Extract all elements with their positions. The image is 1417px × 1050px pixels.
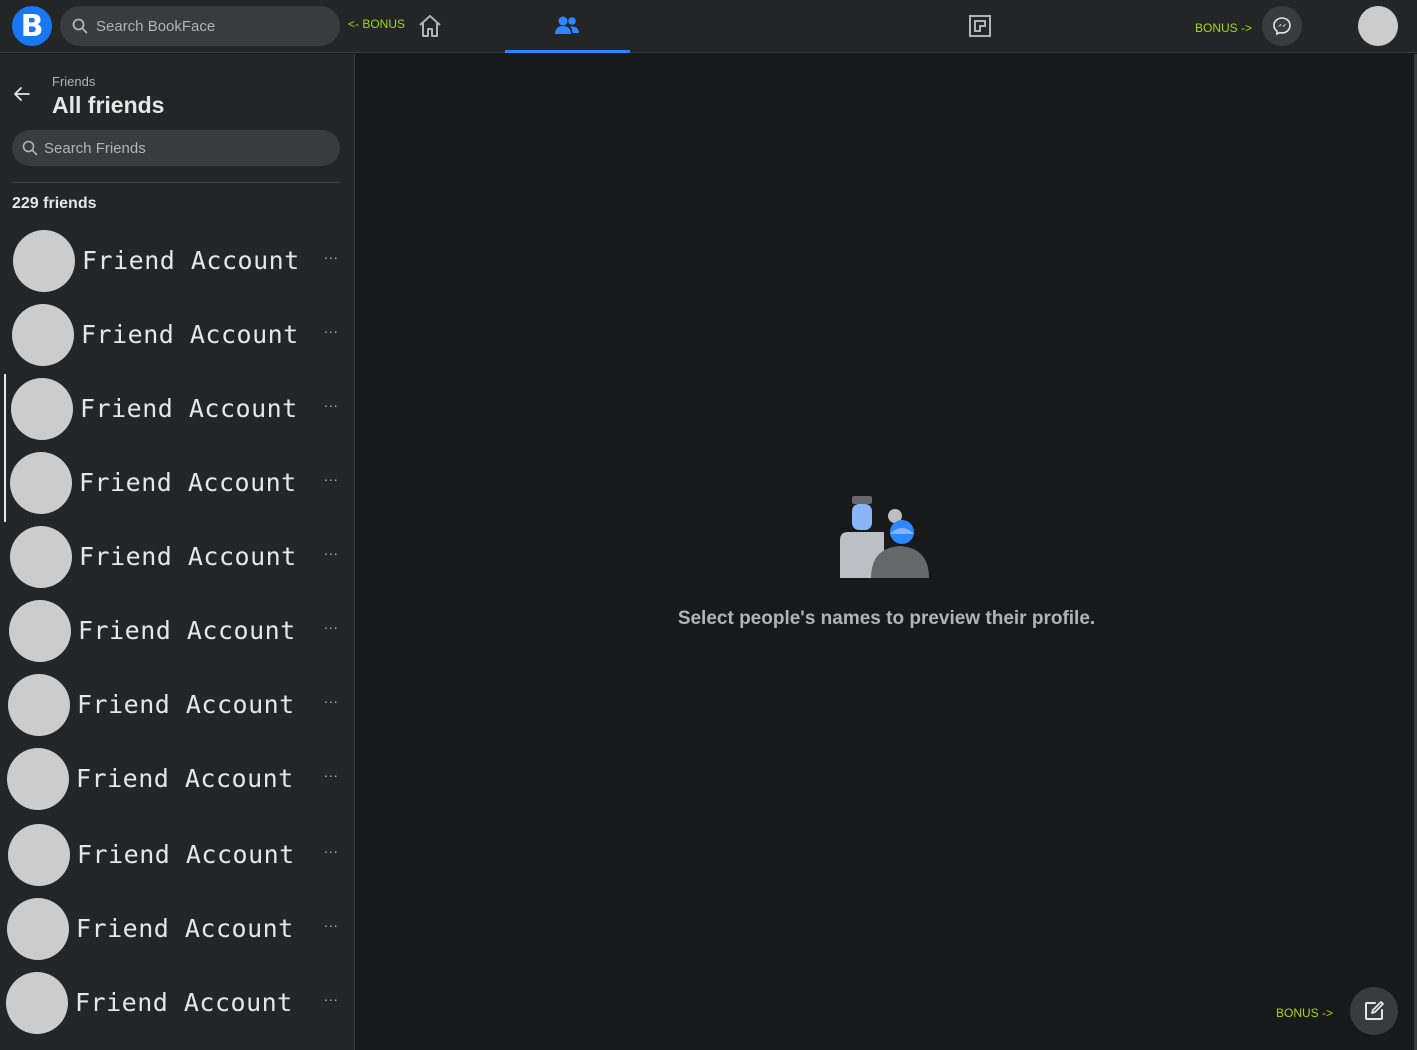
- friends-sidebar: Friends All friends Search Friends 229 f…: [0, 54, 355, 1050]
- friend-avatar[interactable]: [7, 748, 69, 810]
- friends-search-placeholder: Search Friends: [44, 139, 146, 157]
- friend-name[interactable]: Friend Account: [79, 542, 297, 571]
- more-options-button[interactable]: ...: [324, 988, 339, 1004]
- friend-name[interactable]: Friend Account: [79, 468, 297, 497]
- friend-item[interactable]: Friend Account ...: [0, 746, 354, 820]
- friend-avatar[interactable]: [8, 824, 70, 886]
- friend-name[interactable]: Friend Account: [80, 394, 298, 423]
- friend-item[interactable]: Friend Account ...: [0, 524, 354, 598]
- nav-home[interactable]: [416, 12, 444, 40]
- friend-name[interactable]: Friend Account: [77, 690, 295, 719]
- friend-item[interactable]: Friend Account ...: [0, 598, 354, 672]
- bonus-label-right: BONUS ->: [1195, 21, 1253, 35]
- more-options-button[interactable]: ...: [324, 764, 339, 780]
- friend-item[interactable]: Friend Account ...: [0, 302, 354, 376]
- more-options-button[interactable]: ...: [324, 616, 339, 632]
- friend-avatar[interactable]: [7, 898, 69, 960]
- friend-item[interactable]: Friend Account ...: [0, 228, 354, 302]
- back-button[interactable]: [12, 84, 32, 109]
- bookface-logo[interactable]: B: [12, 6, 52, 46]
- groups-icon: [969, 15, 991, 37]
- friend-name[interactable]: Friend Account: [81, 320, 299, 349]
- search-icon: [22, 140, 38, 156]
- friend-item[interactable]: Friend Account ...: [0, 970, 354, 1044]
- site-search-input[interactable]: Search BookFace: [60, 6, 340, 46]
- more-options-button[interactable]: ...: [324, 468, 339, 484]
- friends-illustration-icon: [840, 496, 929, 578]
- friend-item[interactable]: Friend Account ...: [0, 672, 354, 746]
- messenger-icon: [1273, 17, 1291, 36]
- more-options-button[interactable]: ...: [324, 690, 339, 706]
- friend-name[interactable]: Friend Account: [82, 246, 300, 275]
- friend-name[interactable]: Friend Account: [77, 840, 295, 869]
- top-navigation-bar: B Search BookFace <- BONUS BONUS ->: [0, 0, 1417, 53]
- friend-item[interactable]: Friend Account ...: [0, 896, 354, 970]
- friend-avatar[interactable]: [10, 526, 72, 588]
- friend-name[interactable]: Friend Account: [78, 616, 296, 645]
- site-search-placeholder: Search BookFace: [96, 17, 216, 35]
- friend-avatar[interactable]: [6, 972, 68, 1034]
- friends-icon: [555, 16, 579, 34]
- nav-friends[interactable]: [553, 12, 581, 40]
- more-options-button[interactable]: ...: [324, 394, 339, 410]
- friend-list: Friend Account ... Friend Account ... Fr…: [0, 228, 354, 1044]
- more-options-button[interactable]: ...: [324, 246, 339, 262]
- friend-name[interactable]: Friend Account: [76, 764, 294, 793]
- friend-count: 229 friends: [12, 195, 97, 212]
- messenger-button[interactable]: [1262, 6, 1302, 46]
- arrow-left-icon: [14, 87, 30, 101]
- friend-item[interactable]: Friend Account ...: [0, 820, 354, 896]
- friend-avatar[interactable]: [13, 230, 75, 292]
- nav-groups[interactable]: [966, 12, 994, 40]
- friend-item[interactable]: Friend Account ...: [0, 376, 354, 450]
- more-options-button[interactable]: ...: [324, 320, 339, 336]
- compose-icon: [1365, 1001, 1384, 1020]
- search-icon: [72, 18, 88, 34]
- friend-name[interactable]: Friend Account: [76, 914, 294, 943]
- friend-item[interactable]: Friend Account ...: [0, 450, 354, 524]
- friend-name[interactable]: Friend Account: [75, 988, 293, 1017]
- empty-state-message: Select people's names to preview their p…: [677, 608, 1096, 629]
- divider: [12, 182, 340, 183]
- more-options-button[interactable]: ...: [324, 542, 339, 558]
- home-icon: [419, 15, 441, 37]
- friend-avatar[interactable]: [8, 674, 70, 736]
- friend-avatar[interactable]: [9, 600, 71, 662]
- breadcrumb[interactable]: Friends: [52, 74, 95, 89]
- friend-avatar[interactable]: [12, 304, 74, 366]
- profile-preview-pane: Select people's names to preview their p…: [356, 54, 1417, 1050]
- bonus-label-left: <- BONUS: [348, 17, 406, 31]
- more-options-button[interactable]: ...: [324, 914, 339, 930]
- friends-search-input[interactable]: Search Friends: [12, 130, 340, 166]
- active-tab-indicator: [505, 50, 630, 53]
- bonus-label-bottom: BONUS ->: [1276, 1006, 1334, 1020]
- friend-avatar[interactable]: [10, 452, 72, 514]
- new-message-button[interactable]: [1350, 987, 1398, 1035]
- account-avatar[interactable]: [1358, 6, 1398, 46]
- more-options-button[interactable]: ...: [324, 840, 339, 856]
- scrollbar-thumb[interactable]: [4, 374, 6, 522]
- friend-avatar[interactable]: [11, 378, 73, 440]
- page-title: All friends: [52, 92, 165, 118]
